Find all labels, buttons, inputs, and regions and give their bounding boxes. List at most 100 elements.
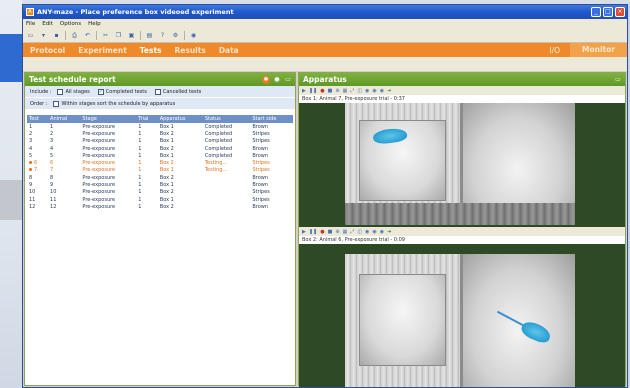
open-icon[interactable]: ▾ (39, 31, 48, 40)
copy-icon[interactable]: ❐ (114, 31, 123, 40)
cell-text: 3 (29, 138, 33, 145)
table-row[interactable]: 7 7 Pre-exposure 1 Box 1 Testing... Stripes (27, 167, 293, 174)
paste-icon[interactable]: ▣ (127, 31, 136, 40)
tab-io[interactable]: I/O (539, 46, 570, 55)
web-icon[interactable]: ◉ (189, 31, 198, 40)
table-row[interactable]: 3 3 Pre-exposure 1 Box 1 Completed Stripes (27, 138, 293, 145)
table-row[interactable]: 2 2 Pre-exposure 1 Box 2 Completed Stripes (27, 130, 293, 137)
maximize-button[interactable]: □ (603, 7, 613, 17)
cell-text: 1 (50, 123, 54, 130)
play-icon[interactable]: ▶ (302, 88, 306, 94)
box2-video[interactable] (345, 254, 575, 387)
settings-icon[interactable]: ⚙ (171, 31, 180, 40)
tab-tests[interactable]: Tests (133, 46, 168, 55)
include-completed-tests[interactable]: ✓ Completed tests (97, 88, 147, 95)
box1-video[interactable] (345, 103, 575, 225)
snapshot-icon[interactable]: ◫ (357, 229, 362, 235)
sort-by-apparatus-checkbox[interactable] (53, 100, 60, 107)
record-icon[interactable]: ● (320, 88, 324, 94)
table-row[interactable]: 12 12 Pre-exposure 1 Box 2 Brown (27, 203, 293, 210)
cut-icon[interactable]: ✂ (101, 31, 110, 40)
tab-results[interactable]: Results (168, 46, 212, 55)
layer-icon[interactable]: ◉ (380, 88, 384, 94)
next-icon[interactable]: ➜ (387, 229, 391, 235)
menu-edit[interactable]: Edit (42, 21, 53, 27)
cell-test: 12 (27, 203, 48, 210)
panel-restore-icon[interactable]: ▭ (284, 76, 292, 84)
stop-icon[interactable]: ■ (328, 88, 333, 94)
help-icon[interactable]: ? (158, 31, 167, 40)
tab-data[interactable]: Data (212, 46, 245, 55)
pause-icon[interactable]: ❚❚ (309, 229, 317, 235)
channel-icon[interactable]: ◉ (372, 229, 376, 235)
record-icon[interactable]: ● (320, 229, 324, 235)
track-icon[interactable]: ◉ (365, 88, 369, 94)
include-cancelled-tests[interactable]: Cancelled tests (154, 88, 202, 95)
cell-trial: 1 (136, 159, 158, 166)
new-icon[interactable]: ▭ (26, 31, 35, 40)
table-row[interactable]: 5 5 Pre-exposure 1 Box 1 Completed Brown (27, 152, 293, 159)
col-animal[interactable]: Animal (48, 115, 81, 123)
include-label: Include : (30, 88, 52, 95)
cell-apparatus: Box 1 (158, 181, 203, 188)
cancelled-tests-label: Cancelled tests (162, 88, 202, 95)
stop-icon[interactable]: ■ (328, 229, 333, 235)
play-icon[interactable]: ▶ (302, 229, 306, 235)
table-row[interactable]: 11 11 Pre-exposure 1 Box 1 Stripes (27, 196, 293, 203)
fit-icon[interactable]: ⤢ (350, 229, 354, 235)
cell-text: 1 (138, 160, 142, 167)
layer-icon[interactable]: ◉ (380, 229, 384, 235)
order-by-apparatus[interactable]: Within stages sort the schedule by appar… (53, 100, 175, 107)
save-icon[interactable]: ▪ (52, 31, 61, 40)
cell-text: Box 1 (159, 196, 174, 203)
cell-test: 8 (27, 174, 48, 181)
table-row[interactable]: 8 8 Pre-exposure 1 Box 2 Brown (27, 174, 293, 181)
track-icon[interactable]: ◉ (365, 229, 369, 235)
include-all-stages[interactable]: All stages (57, 88, 90, 95)
report-settings-icon[interactable]: ✱ (262, 75, 270, 84)
print-icon[interactable]: ⎙ (70, 31, 79, 40)
table-row[interactable]: 9 9 Pre-exposure 1 Box 1 Brown (27, 181, 293, 188)
menu-help[interactable]: Help (88, 21, 101, 27)
menu-options[interactable]: Options (60, 21, 81, 27)
table-row[interactable]: 10 10 Pre-exposure 1 Box 2 Stripes (27, 189, 293, 196)
cell-text: 1 (138, 152, 142, 159)
col-status[interactable]: Status (202, 115, 251, 123)
col-start-side[interactable]: Start side (250, 115, 293, 123)
cancelled-tests-checkbox[interactable] (154, 88, 161, 95)
cell-start-side: Stripes (250, 138, 293, 145)
cell-animal: 3 (48, 138, 80, 145)
cell-text: Brown (252, 145, 269, 152)
cell-text: Pre-exposure (82, 130, 116, 137)
close-button[interactable]: × (615, 7, 625, 17)
cell-text: Completed (204, 145, 233, 152)
channel-icon[interactable]: ◉ (372, 88, 376, 94)
zoom-icon[interactable]: ⊕ (335, 229, 339, 235)
menu-file[interactable]: File (26, 21, 35, 27)
grid-icon[interactable]: ▦ (343, 229, 348, 235)
tab-experiment[interactable]: Experiment (71, 46, 133, 55)
col-trial[interactable]: Trial (136, 115, 158, 123)
undo-icon[interactable]: ↶ (83, 31, 92, 40)
table-row[interactable]: 1 1 Pre-exposure 1 Box 1 Completed Brown (27, 123, 293, 130)
pause-icon[interactable]: ❚❚ (309, 88, 317, 94)
panel-restore-icon[interactable]: ▭ (614, 76, 622, 84)
tab-monitor[interactable]: Monitor (570, 43, 627, 57)
col-apparatus[interactable]: Apparatus (157, 115, 203, 123)
grid-icon[interactable]: ▦ (343, 88, 348, 94)
report-icon[interactable]: ▤ (145, 31, 154, 40)
fit-icon[interactable]: ⤢ (350, 88, 354, 94)
snapshot-icon[interactable]: ◫ (357, 88, 362, 94)
table-row[interactable]: 4 4 Pre-exposure 1 Box 2 Completed Brown (27, 145, 293, 152)
cell-text: Box 1 (159, 167, 174, 174)
table-row[interactable]: 6 6 Pre-exposure 1 Box 2 Testing... Stripes (27, 159, 293, 166)
tab-protocol[interactable]: Protocol (23, 46, 71, 55)
col-stage[interactable]: Stage (80, 115, 137, 123)
next-icon[interactable]: ➜ (387, 88, 391, 94)
pin-icon[interactable]: ● (273, 76, 281, 84)
col-test[interactable]: Test (27, 115, 49, 123)
zoom-icon[interactable]: ⊕ (335, 88, 339, 94)
minimize-button[interactable]: _ (591, 7, 601, 17)
all-stages-checkbox[interactable] (57, 88, 64, 95)
completed-tests-checkbox[interactable]: ✓ (97, 88, 104, 95)
